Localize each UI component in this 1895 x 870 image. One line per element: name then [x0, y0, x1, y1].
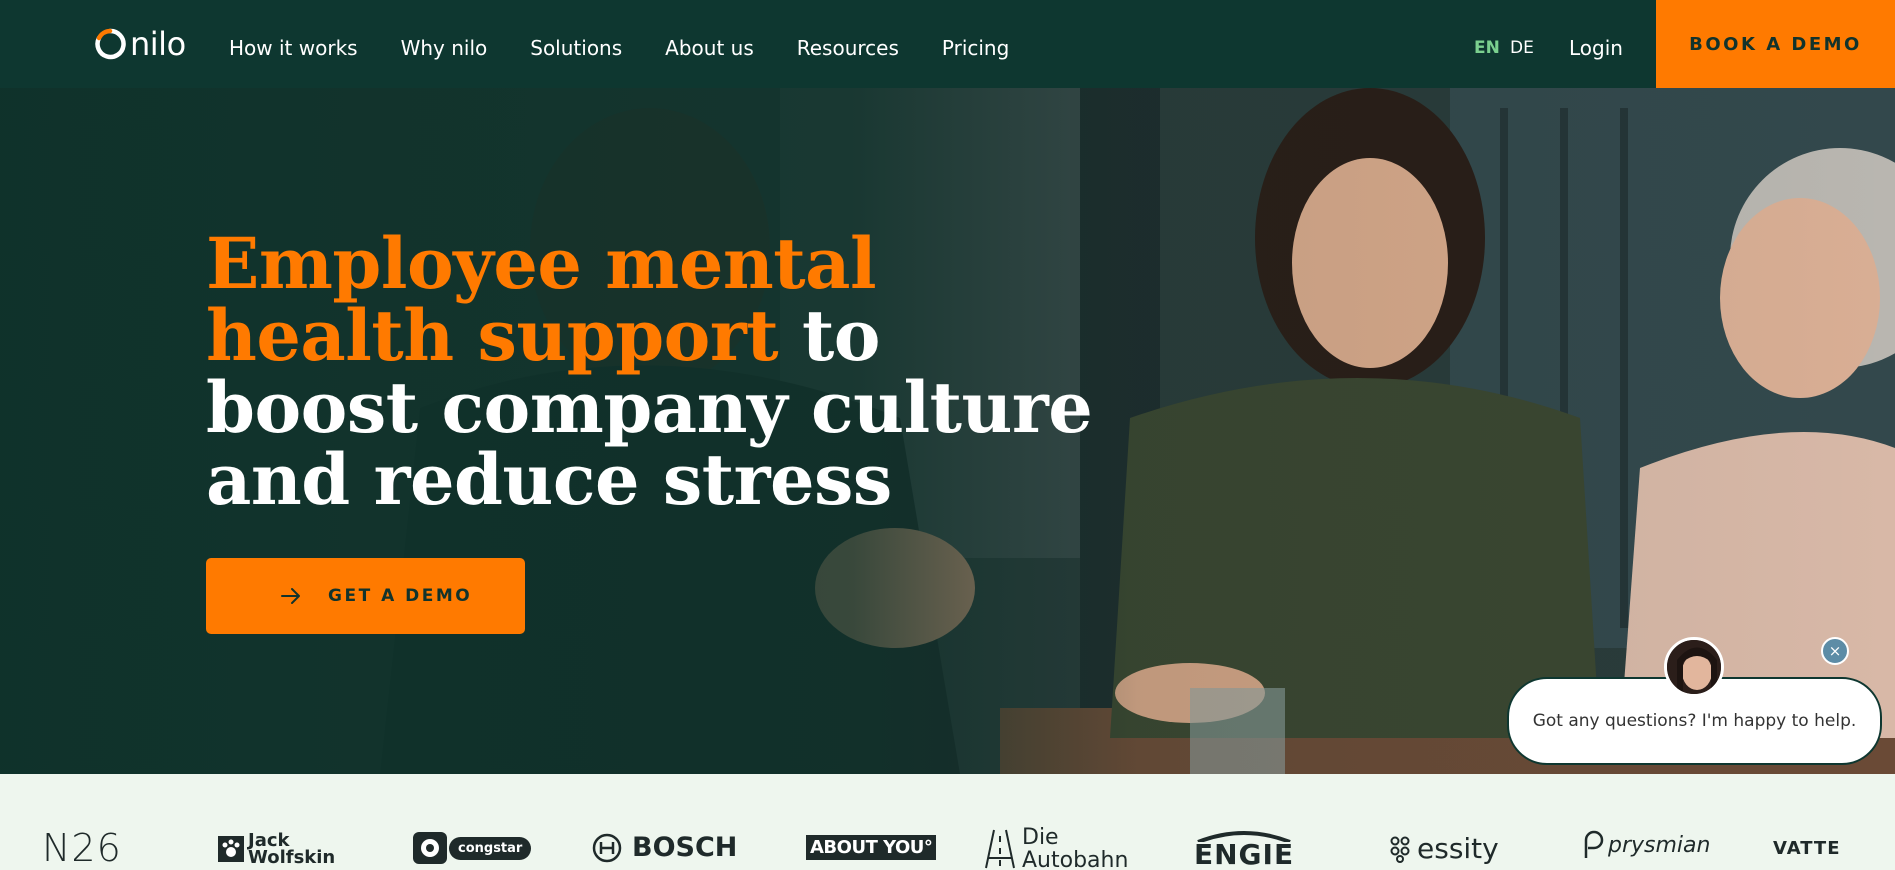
hero-section: Employee mental health support to boost …: [0, 88, 1895, 774]
die-autobahn-logo: Die Autobahn: [984, 826, 1128, 870]
jack-wolfskin-logo: Jack Wolfskin: [218, 832, 336, 868]
hero-headline: Employee mental health support to boost …: [206, 228, 1106, 516]
autobahn-line1: Die: [1022, 825, 1059, 850]
essity-logo: essity: [1389, 832, 1499, 865]
get-demo-label: GET A DEMO: [328, 586, 473, 606]
autobahn-line2: Autobahn: [1022, 848, 1129, 870]
lang-en-link[interactable]: EN: [1474, 38, 1500, 58]
chat-agent-avatar: [1664, 637, 1724, 697]
nilo-logo[interactable]: nilo: [94, 28, 186, 60]
book-demo-button[interactable]: BOOK A DEMO: [1656, 0, 1895, 88]
nav-pricing[interactable]: Pricing: [942, 36, 1009, 60]
congstar-icon: [413, 832, 447, 864]
prysmian-icon: [1584, 830, 1604, 858]
vattenfall-logo: VATTE: [1773, 838, 1841, 859]
arrow-right-icon: [281, 588, 300, 604]
essity-icon: [1390, 836, 1410, 863]
jack-line2: Wolfskin: [248, 847, 336, 868]
congstar-logo: congstar: [413, 832, 532, 864]
top-nav: nilo How it works Why nilo Solutions Abo…: [0, 0, 1895, 88]
about-you-logo: ABOUT YOU°: [806, 835, 937, 860]
chat-close-button[interactable]: ×: [1821, 637, 1849, 665]
nav-how-it-works[interactable]: How it works: [229, 36, 358, 60]
engie-logo: ENGIE: [1194, 830, 1294, 869]
hero-headline-accent: Employee mental health support: [206, 222, 877, 377]
nav-solutions[interactable]: Solutions: [530, 36, 622, 60]
nilo-logo-icon: [95, 28, 126, 60]
nav-resources[interactable]: Resources: [797, 36, 899, 60]
prysmian-logo: prysmian: [1580, 830, 1710, 860]
chat-message: Got any questions? I'm happy to help.: [1532, 711, 1857, 731]
lang-de-link[interactable]: DE: [1510, 38, 1534, 58]
paw-icon: [218, 836, 244, 862]
brand-name: nilo: [130, 25, 186, 63]
autobahn-icon: [985, 829, 1015, 869]
n26-logo: N26: [42, 826, 122, 870]
nav-why-nilo[interactable]: Why nilo: [401, 36, 488, 60]
get-demo-button[interactable]: GET A DEMO: [206, 558, 525, 634]
main-menu: How it works Why nilo Solutions About us…: [229, 36, 1052, 60]
bosch-icon: [592, 833, 622, 862]
bosch-logo: BOSCH: [592, 832, 737, 863]
login-link[interactable]: Login: [1569, 36, 1623, 60]
nav-about-us[interactable]: About us: [665, 36, 754, 60]
